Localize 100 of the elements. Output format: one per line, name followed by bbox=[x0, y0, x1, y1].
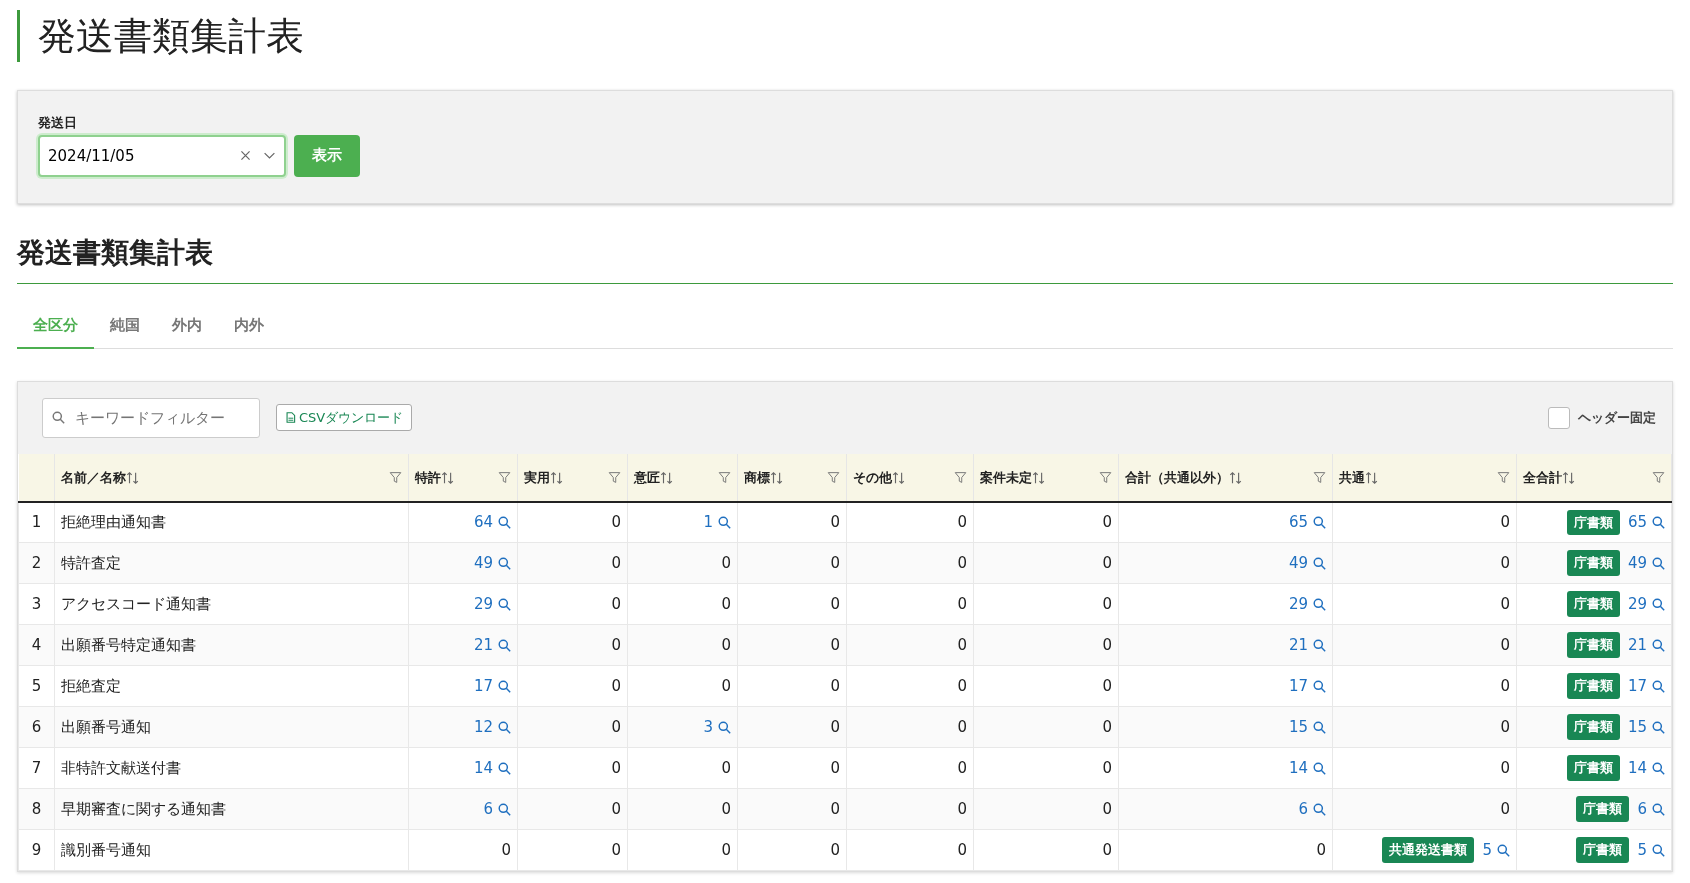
sort-icon[interactable] bbox=[441, 470, 455, 485]
search-icon bbox=[1652, 843, 1665, 857]
count-link[interactable]: 49 bbox=[1288, 551, 1326, 575]
count-link[interactable]: 29 bbox=[1288, 592, 1326, 616]
column-header[interactable]: 名前／名称 bbox=[61, 466, 140, 488]
count-link[interactable]: 1 bbox=[703, 511, 731, 534]
column-header[interactable]: 実用 bbox=[524, 466, 564, 488]
table-cell-text: 0 bbox=[1500, 552, 1510, 574]
category-badge: 庁書類 bbox=[1566, 673, 1620, 699]
table-cell-text: 0 bbox=[957, 675, 967, 697]
count-link[interactable]: 6 bbox=[1637, 797, 1665, 821]
row-number: 9 bbox=[18, 829, 55, 871]
count-link[interactable]: 65 bbox=[1627, 511, 1665, 534]
show-button[interactable]: 表示 bbox=[294, 134, 360, 177]
filter-icon[interactable] bbox=[389, 470, 402, 484]
count-link[interactable]: 65 bbox=[1288, 511, 1326, 534]
count-link[interactable]: 6 bbox=[483, 797, 511, 821]
column-header[interactable]: 共通 bbox=[1339, 466, 1379, 488]
filter-icon[interactable] bbox=[827, 470, 840, 484]
table-cell-text: 0 bbox=[611, 839, 621, 861]
sort-icon[interactable] bbox=[770, 470, 784, 485]
table-cell: 出願番号通知 bbox=[54, 706, 409, 748]
count-link[interactable]: 15 bbox=[1627, 715, 1665, 739]
table-cell-text: 0 bbox=[611, 716, 621, 738]
csv-download-button[interactable]: CSVダウンロード bbox=[276, 403, 413, 432]
count-link[interactable]: 17 bbox=[1627, 674, 1665, 698]
table-cell-text: 0 bbox=[957, 552, 967, 574]
column-header[interactable]: 意匠 bbox=[634, 466, 674, 488]
search-icon bbox=[498, 597, 511, 611]
count-link[interactable]: 5 bbox=[1482, 838, 1510, 862]
count-link[interactable]: 12 bbox=[473, 715, 511, 739]
row-number: 7 bbox=[18, 747, 55, 789]
table-cell-text: 0 bbox=[721, 839, 731, 861]
filter-icon[interactable] bbox=[718, 470, 731, 484]
clear-icon[interactable] bbox=[239, 148, 252, 162]
count-link[interactable]: 17 bbox=[473, 674, 511, 698]
search-icon bbox=[498, 679, 511, 693]
table-cell-text: 0 bbox=[957, 839, 967, 861]
tab[interactable]: 外内 bbox=[156, 304, 218, 349]
column-header[interactable]: その他 bbox=[853, 466, 906, 488]
sort-icon[interactable] bbox=[550, 470, 564, 485]
table-cell-text: 0 bbox=[830, 512, 840, 534]
count-link[interactable]: 49 bbox=[1627, 551, 1665, 575]
count-link[interactable]: 21 bbox=[473, 633, 511, 657]
count-link[interactable]: 15 bbox=[1288, 715, 1326, 739]
sort-icon[interactable] bbox=[1229, 470, 1243, 485]
tab[interactable]: 全区分 bbox=[17, 304, 94, 349]
table-cell-text: 0 bbox=[1102, 552, 1112, 574]
count-link[interactable]: 29 bbox=[473, 592, 511, 616]
table-cell-text: 0 bbox=[830, 839, 840, 861]
tab[interactable]: 純国 bbox=[94, 304, 156, 349]
sort-icon[interactable] bbox=[126, 470, 140, 485]
search-icon bbox=[1497, 843, 1510, 857]
table-cell-text: 0 bbox=[1102, 716, 1112, 738]
count-link[interactable]: 5 bbox=[1637, 838, 1665, 862]
table-cell-text: 0 bbox=[611, 798, 621, 820]
count-link[interactable]: 21 bbox=[1627, 633, 1665, 657]
count-link[interactable]: 3 bbox=[703, 715, 731, 739]
filter-icon[interactable] bbox=[954, 470, 967, 484]
column-header[interactable]: 全合計 bbox=[1523, 466, 1576, 488]
count-link[interactable]: 29 bbox=[1627, 592, 1665, 616]
tab[interactable]: 内外 bbox=[218, 304, 280, 349]
sort-icon[interactable] bbox=[660, 470, 674, 485]
sort-icon[interactable] bbox=[1365, 470, 1379, 485]
count-link[interactable]: 17 bbox=[1288, 674, 1326, 698]
table-cell-text: 0 bbox=[611, 634, 621, 656]
count-link[interactable]: 49 bbox=[473, 551, 511, 575]
count-link[interactable]: 64 bbox=[473, 511, 511, 534]
row-number: 2 bbox=[18, 542, 55, 584]
filter-icon[interactable] bbox=[1313, 470, 1326, 484]
count-link[interactable]: 14 bbox=[473, 756, 511, 780]
table-cell-text: 0 bbox=[957, 634, 967, 656]
filter-icon[interactable] bbox=[498, 470, 511, 484]
filter-icon[interactable] bbox=[1652, 470, 1665, 484]
table-cell-text: 0 bbox=[957, 757, 967, 779]
column-header[interactable]: 特許 bbox=[415, 466, 455, 488]
count-link[interactable]: 14 bbox=[1627, 756, 1665, 780]
checkbox[interactable] bbox=[1548, 406, 1570, 429]
keyword-filter-field[interactable]: キーワードフィルター bbox=[42, 397, 260, 438]
table-cell: 識別番号通知 bbox=[54, 829, 409, 871]
sort-icon[interactable] bbox=[892, 470, 906, 485]
page-title: 発送書類集計表 bbox=[17, 10, 1673, 62]
field-label: 発送日 bbox=[38, 114, 77, 132]
filter-icon[interactable] bbox=[1099, 470, 1112, 484]
column-header[interactable]: 商標 bbox=[744, 466, 784, 488]
table-cell-text: 0 bbox=[1500, 634, 1510, 656]
date-field[interactable]: 2024/11/05 bbox=[38, 134, 286, 177]
count-link[interactable]: 21 bbox=[1288, 633, 1326, 657]
table-cell-text: 0 bbox=[830, 593, 840, 615]
category-badge: 庁書類 bbox=[1576, 796, 1630, 822]
category-badge: 庁書類 bbox=[1566, 632, 1620, 658]
count-link[interactable]: 14 bbox=[1288, 756, 1326, 780]
table-cell-text: 0 bbox=[1500, 512, 1510, 534]
table-cell-text: 0 bbox=[1316, 839, 1326, 861]
filter-icon[interactable] bbox=[1497, 470, 1510, 484]
sort-icon[interactable] bbox=[1032, 470, 1046, 485]
count-link[interactable]: 6 bbox=[1298, 797, 1326, 821]
filter-icon[interactable] bbox=[608, 470, 621, 484]
sort-icon[interactable] bbox=[1562, 470, 1576, 485]
table-cell-text: 0 bbox=[1102, 757, 1112, 779]
